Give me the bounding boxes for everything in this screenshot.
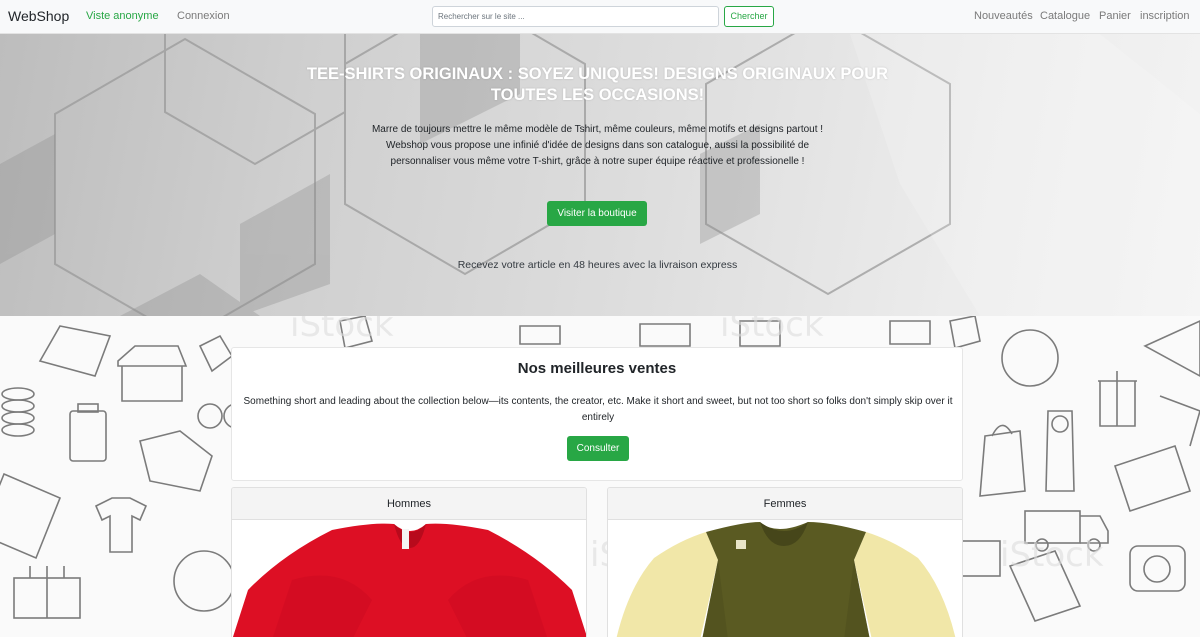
clock-24-7-icon-right [1001,329,1059,387]
consult-button[interactable]: Consulter [567,436,629,461]
wallet-icon [1113,444,1192,513]
map-icon [139,430,213,492]
nav-link-catalogue[interactable]: Catalogue [1040,10,1090,22]
svg-text:iStock: iStock [720,316,824,345]
visit-shop-button[interactable]: Visiter la boutique [547,201,647,226]
box-icon [1159,395,1200,447]
monitor-icon [889,320,931,345]
tag-icon [198,334,234,373]
red-tshirt-image [232,523,586,637]
product-card-femmes[interactable]: Femmes [607,487,963,637]
brand-logo[interactable]: WebShop [8,8,69,24]
best-sellers-title: Nos meilleures ventes [517,360,677,377]
best-sellers-description: Something short and leading about the co… [243,396,953,423]
olive-raglan-tshirt-image [616,522,956,637]
camera-icon [1129,545,1186,592]
gift-box-icon [1098,371,1137,427]
nav-link-connexion[interactable]: Connexion [177,10,230,22]
product-card-hommes[interactable]: Hommes [231,487,587,637]
nav-link-inscription[interactable]: inscription [1140,10,1190,22]
ticket-icon [519,325,561,345]
hero-title: TEE-SHIRTS ORIGINAUX : SOYEZ UNIQUES! DE… [306,65,889,104]
glasses-icon [197,403,223,429]
sale-tag-icon-2 [949,316,981,350]
search-button[interactable]: Chercher [724,6,774,27]
tshirt-icon [94,497,148,553]
svg-text:iStock: iStock [1000,535,1104,575]
map-pin-icon [38,325,112,377]
hero-description: Marre de toujours mettre le même modèle … [371,124,824,167]
pills-bottle-icon [69,410,107,462]
laptop-icon [0,472,62,560]
nav-link-nouveautes[interactable]: Nouveautés [974,10,1033,22]
door-hanger-icon [1045,410,1075,492]
coins-icon [1,387,35,401]
clock-24-7-icon [173,550,235,612]
nav-link-panier[interactable]: Panier [1099,10,1131,22]
product-card-header: Femmes [608,488,962,520]
shop-icon [117,345,188,402]
hero-section: TEE-SHIRTS ORIGINAUX : SOYEZ UNIQUES! DE… [0,34,1200,316]
svg-text:iStock: iStock [290,316,394,345]
search-input[interactable] [432,6,719,27]
product-card-header: Hommes [232,488,586,520]
cash-register-icon [639,323,691,347]
shopping-bag-icon [979,424,1026,497]
navbar: WebShop Viste anonyme Connexion Chercher… [0,0,1200,34]
pen-icon [1143,320,1200,377]
delivery-note: Recevez votre article en 48 heures avec … [457,259,738,271]
best-sellers-card: Nos meilleures ventes Something short an… [231,347,963,481]
nav-link-viste-anonyme[interactable]: Viste anonyme [86,10,159,22]
